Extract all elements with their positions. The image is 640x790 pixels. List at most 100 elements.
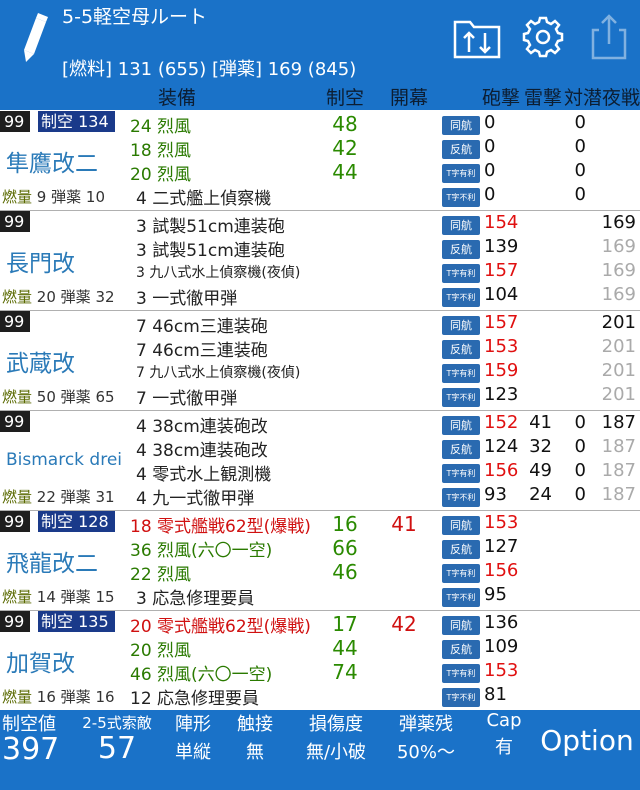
engagement-badge: 反航 [442,540,480,559]
shelling-damage: 93 [484,484,507,505]
opening-strike-damage: 42 [391,612,417,636]
equipment-slot[interactable]: 18 零式艦戦62型(爆戦) [130,512,311,537]
ship-air-power: 制空 134 [38,111,115,132]
ship-row[interactable]: 99 制空 128 飛龍改二 燃量 14 弾薬 15 18 零式艦戦62型(爆戦) 16 4… [0,510,640,611]
contact-cell[interactable]: 触接 無 [226,710,284,764]
equipment-slot[interactable]: 3 試製51cm連装砲 [136,212,285,237]
ship-row[interactable]: 99 Bismarck drei 燃量 22 弾薬 31 4 38cm連装砲改 4 38… [0,410,640,511]
equipment-slot[interactable]: 7 一式徹甲弾 [136,384,237,409]
equipment-slot[interactable]: 3 九八式水上偵察機(夜偵) [136,262,300,282]
torpedo-damage: 41 [529,412,552,433]
ship-name[interactable]: 隼鷹改二 [6,144,98,178]
equipment-slot[interactable]: 18 烈風 [130,136,191,161]
search-cell[interactable]: 2-5式索敵 57 [74,710,160,766]
shelling-damage: 127 [484,536,519,557]
slot-air-power: 48 [332,112,358,136]
slot-air-power: 66 [332,536,358,560]
col-asw: 対潜 [564,87,603,109]
shelling-damage: 136 [484,612,519,633]
asw-damage: 0 [574,160,586,181]
shelling-damage: 157 [484,260,519,281]
ship-row[interactable]: 99 長門改 燃量 20 弾薬 32 3 試製51cm連装砲 3 試製51cm連装砲 3 … [0,210,640,311]
equipment-slot[interactable]: 4 零式水上観測機 [136,460,271,485]
equipment-slot[interactable]: 7 九八式水上偵察機(夜偵) [136,362,300,382]
ship-consumption: 燃量 22 弾薬 31 [2,488,115,506]
equipment-slot[interactable]: 4 二式艦上偵察機 [136,184,271,209]
engagement-badge: 反航 [442,340,480,359]
equipment-slot[interactable]: 4 38cm連装砲改 [136,412,268,437]
engagement-badge: 同航 [442,216,480,235]
asw-damage: 0 [574,184,586,205]
ship-name[interactable]: 飛龍改二 [6,544,98,578]
ship-row[interactable]: 99 武蔵改 燃量 50 弾薬 65 7 46cm三連装砲 7 46cm三連装砲 7 九八… [0,310,640,411]
ship-level: 99 [0,611,31,632]
equipment-slot[interactable]: 24 烈風 [130,112,191,137]
shelling-damage: 0 [484,184,496,205]
equipment-slot[interactable]: 22 烈風 [130,560,191,585]
engagement-badge: 同航 [442,516,480,535]
shelling-damage: 124 [484,436,519,457]
equipment-slot[interactable]: 7 46cm三連装砲 [136,336,268,361]
ship-consumption: 燃量 9 弾薬 10 [2,188,106,206]
ship-level: 99 [0,411,31,432]
equipment-slot[interactable]: 3 一式徹甲弾 [136,284,237,309]
ship-level: 99 [0,311,31,332]
equipment-slot[interactable]: 36 烈風(六〇一空) [130,536,272,561]
pencil-icon[interactable] [14,10,54,70]
air-power-cell[interactable]: 制空値 397 [2,710,74,767]
shelling-damage: 156 [484,560,519,581]
ship-name[interactable]: Bismarck drei [6,450,122,470]
equipment-slot[interactable]: 20 烈風 [130,160,191,185]
ship-level: 99 [0,211,31,232]
ammo-remaining-cell[interactable]: 弾薬残 50%〜 [386,710,466,764]
ship-air-power: 制空 135 [38,611,115,632]
col-opening: 開幕 [390,87,429,109]
equipment-slot[interactable]: 3 応急修理要員 [136,584,254,609]
equipment-slot[interactable]: 3 試製51cm連装砲 [136,236,285,261]
equipment-slot[interactable]: 12 応急修理要員 [130,684,259,709]
opening-strike-damage: 41 [391,512,417,536]
ship-row[interactable]: 99 制空 135 加賀改 燃量 16 弾薬 16 20 零式艦戦62型(爆戦) 17 42… [0,610,640,711]
engagement-badge: T字有利 [442,164,480,183]
equipment-slot[interactable]: 4 38cm連装砲改 [136,436,268,461]
fleet-title[interactable]: 5-5軽空母ルート [62,2,207,29]
col-torpedo: 雷撃 [524,87,563,109]
shelling-damage: 156 [484,460,519,481]
formation-cell[interactable]: 陣形 単縦 [162,710,224,764]
ship-consumption: 燃量 14 弾薬 15 [2,588,115,606]
slot-air-power: 44 [332,160,358,184]
engagement-badge: 反航 [442,440,480,459]
damage-cell[interactable]: 損傷度 無/小破 [294,710,378,764]
night-battle-damage: 187 [601,484,636,505]
ship-row[interactable]: 99 制空 134 隼鷹改二燃量 9 弾薬 10 24 烈風 48 18 烈風 42 20 烈… [0,110,640,211]
resource-summary: [燃料] 131 (655) [弾薬] 169 (845) [62,59,357,80]
slot-air-power: 42 [332,136,358,160]
equipment-slot[interactable]: 20 烈風 [130,636,191,661]
shelling-damage: 153 [484,660,519,681]
share-icon[interactable] [584,12,634,62]
column-header: 装備 制空 開幕 砲撃 雷撃 対潜 夜戦 [0,80,640,110]
sort-folder-icon[interactable] [452,12,502,62]
ship-name[interactable]: 長門改 [6,244,75,278]
torpedo-damage: 24 [529,484,552,505]
shelling-damage: 0 [484,160,496,181]
shelling-damage: 104 [484,284,519,305]
shelling-damage: 123 [484,384,519,405]
ship-level: 99 [0,111,31,132]
asw-damage: 0 [574,436,586,457]
engagement-badge: T字有利 [442,464,480,483]
engagement-badge: 反航 [442,640,480,659]
equipment-slot[interactable]: 4 九一式徹甲弾 [136,484,254,509]
equipment-slot[interactable]: 20 零式艦戦62型(爆戦) [130,612,311,637]
option-button[interactable]: Option [534,724,640,757]
shelling-damage: 157 [484,312,519,333]
night-battle-damage: 201 [601,384,636,405]
equipment-slot[interactable]: 46 烈風(六〇一空) [130,660,272,685]
equipment-slot[interactable]: 7 46cm三連装砲 [136,312,268,337]
ship-name[interactable]: 加賀改 [6,644,75,678]
ship-name[interactable]: 武蔵改 [6,344,75,378]
asw-damage: 0 [574,112,586,133]
cap-cell[interactable]: Cap 有 [476,710,532,759]
gear-icon[interactable] [518,12,568,62]
col-night: 夜戦 [602,87,640,109]
